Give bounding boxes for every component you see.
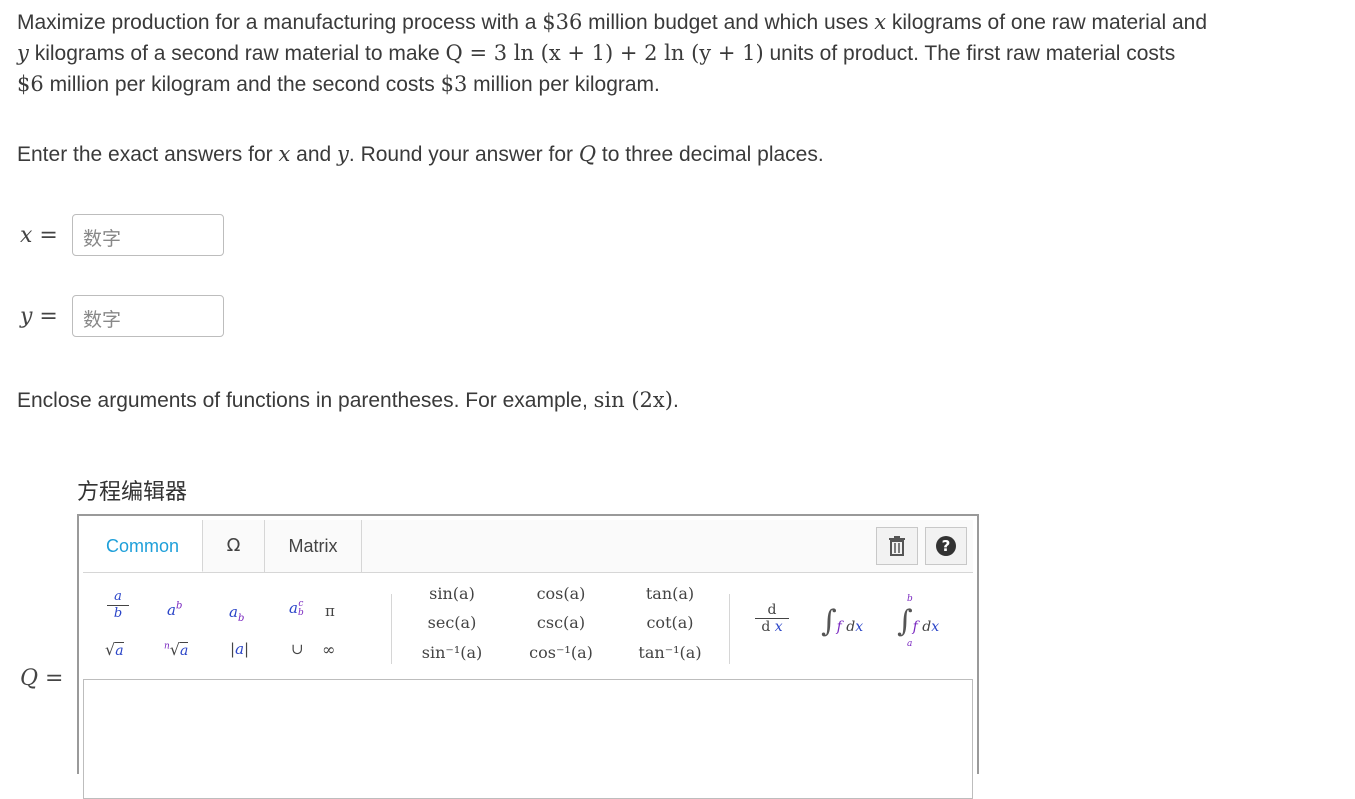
- palette-divider: [729, 594, 730, 664]
- equation-editor: Common Ω Matrix ? a b ab ab acb π √a n√a: [77, 514, 979, 799]
- problem-text: units of product. The first raw material…: [763, 42, 1176, 65]
- trash-icon: [889, 535, 905, 556]
- instructions-text: . Round your answer for: [348, 143, 579, 166]
- tab-symbols[interactable]: Ω: [203, 520, 265, 572]
- instructions-text: to three decimal places.: [596, 143, 824, 166]
- problem-text: million per kilogram and the second cost…: [43, 73, 441, 96]
- problem-text: million per kilogram.: [467, 73, 660, 96]
- delete-button[interactable]: [876, 527, 918, 565]
- sub-superscript-button[interactable]: acb: [289, 598, 304, 618]
- variable-y: y: [337, 142, 349, 166]
- sqrt-button[interactable]: √a: [105, 640, 124, 660]
- palette-divider: [391, 594, 392, 664]
- variable-q: Q: [578, 142, 597, 166]
- arcsin-button[interactable]: sin⁻¹(a): [413, 643, 491, 662]
- arctan-button[interactable]: tan⁻¹(a): [631, 643, 709, 662]
- derivative-button[interactable]: d d x: [755, 602, 789, 635]
- problem-text: kilograms of a second raw material to ma…: [28, 42, 446, 65]
- svg-text:?: ?: [942, 537, 951, 555]
- infinity-button[interactable]: ∞: [322, 640, 335, 659]
- union-button[interactable]: ∪: [291, 640, 304, 658]
- instructions: Enter the exact answers for x and y. Rou…: [17, 139, 824, 170]
- sec-button[interactable]: sec(a): [417, 613, 487, 632]
- enclose-note-end: .: [672, 389, 679, 412]
- q-label: Q =: [20, 666, 64, 691]
- y-label: y =: [20, 304, 58, 329]
- nth-root-button[interactable]: n√a: [164, 640, 189, 660]
- variable-x: x: [278, 142, 291, 166]
- equation-editor-title: 方程编辑器: [77, 479, 188, 504]
- example-expression: sin (2x): [593, 388, 673, 412]
- y-answer-input[interactable]: 数字: [72, 295, 224, 337]
- enclose-note: Enclose arguments of functions in parent…: [17, 385, 679, 416]
- instructions-text: Enter the exact answers for: [17, 143, 279, 166]
- cost-second-material: $3: [440, 72, 468, 96]
- q-answer-input[interactable]: [83, 679, 973, 799]
- integral-button[interactable]: ∫f dx: [821, 604, 863, 639]
- x-answer-input[interactable]: 数字: [72, 214, 224, 256]
- cos-button[interactable]: cos(a): [526, 584, 596, 603]
- production-formula: Q = 3 ln (x + 1) + 2 ln (y + 1): [445, 41, 764, 65]
- question-icon: ?: [936, 535, 956, 556]
- definite-integral-button[interactable]: b ∫f dx a: [897, 594, 939, 649]
- help-button[interactable]: ?: [925, 527, 967, 565]
- problem-text: Maximize production for a manufacturing …: [17, 11, 543, 34]
- power-button[interactable]: ab: [167, 600, 182, 619]
- tab-matrix[interactable]: Matrix: [265, 520, 362, 572]
- enclose-note-text: Enclose arguments of functions in parent…: [17, 389, 594, 412]
- arccos-button[interactable]: cos⁻¹(a): [522, 643, 600, 662]
- csc-button[interactable]: csc(a): [526, 613, 596, 632]
- instructions-text: and: [290, 143, 338, 166]
- pi-button[interactable]: π: [325, 602, 335, 620]
- problem-text: million budget and which uses: [582, 11, 875, 34]
- variable-x: x: [874, 10, 887, 34]
- tan-button[interactable]: tan(a): [635, 584, 705, 603]
- subscript-button[interactable]: ab: [229, 602, 244, 624]
- variable-y: y: [17, 41, 29, 65]
- cost-first-material: $6: [17, 72, 44, 96]
- problem-text: kilograms of one raw material and: [886, 11, 1208, 34]
- budget-value: $36: [542, 10, 583, 34]
- problem-statement: Maximize production for a manufacturing …: [17, 7, 1337, 100]
- sin-button[interactable]: sin(a): [417, 584, 487, 603]
- fraction-button[interactable]: a b: [101, 590, 135, 621]
- editor-tabbar: Common Ω Matrix ?: [83, 520, 973, 573]
- cot-button[interactable]: cot(a): [635, 613, 705, 632]
- x-label: x =: [20, 223, 58, 248]
- tab-common[interactable]: Common: [83, 520, 203, 572]
- abs-button[interactable]: |a|: [230, 640, 249, 658]
